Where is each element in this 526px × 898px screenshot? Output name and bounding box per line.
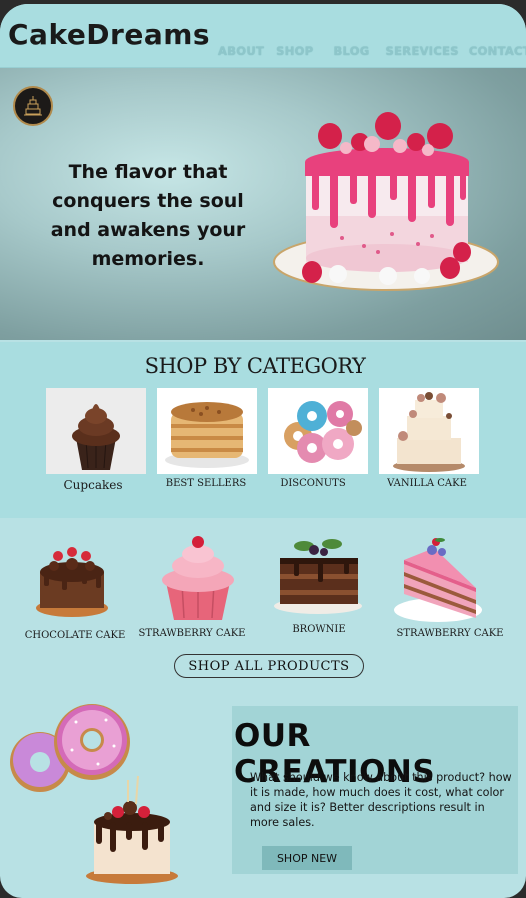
category-vanilla-cake-label[interactable]: VANILLA CAKE bbox=[367, 478, 487, 489]
category-discounts-image[interactable] bbox=[268, 388, 368, 474]
shop-new-button[interactable]: SHOP NEW bbox=[262, 846, 352, 870]
product-brownie-label[interactable]: BROWNIE bbox=[254, 624, 384, 635]
drip-chocolate-cake-image bbox=[86, 775, 178, 884]
category-discounts-label[interactable]: DISCONUTS bbox=[253, 478, 373, 489]
hero-banner: The flavor that conquers the soul and aw… bbox=[0, 68, 526, 340]
product-chocolate-cake-label[interactable]: CHOCOLATE CAKE bbox=[10, 630, 140, 641]
chocolate-cake-image[interactable] bbox=[32, 538, 112, 622]
main-nav: ABOUT SHOP BLOG SEREVICES CONTACT bbox=[218, 44, 526, 58]
product-strawberry-cake-label[interactable]: STRAWBERRY CAKE bbox=[127, 628, 257, 639]
product-strawberry-cake-2-label[interactable]: STRAWBERRY CAKE bbox=[385, 628, 515, 639]
category-title: SHOP BY CATEGORY bbox=[144, 354, 366, 378]
drip-cake-image bbox=[273, 112, 499, 291]
nav-blog[interactable]: BLOG bbox=[333, 44, 369, 58]
strawberry-cake-slice-image[interactable] bbox=[394, 536, 484, 626]
nav-services[interactable]: SEREVICES bbox=[386, 44, 459, 58]
category-cupcakes-label[interactable]: Cupcakes bbox=[33, 478, 153, 492]
nav-about[interactable]: ABOUT bbox=[218, 44, 264, 58]
hero-tagline: The flavor that conquers the soul and aw… bbox=[50, 161, 246, 270]
nav-shop[interactable]: SHOP bbox=[276, 44, 313, 58]
category-best-sellers-label[interactable]: BEST SELLERS bbox=[146, 478, 266, 489]
shop-all-products-button[interactable]: SHOP ALL PRODUCTS bbox=[174, 654, 364, 678]
cake-badge-icon bbox=[13, 86, 53, 126]
strawberry-cupcake-image[interactable] bbox=[158, 534, 238, 624]
category-vanilla-cake-image[interactable] bbox=[379, 388, 479, 474]
category-best-sellers-image[interactable] bbox=[157, 388, 257, 474]
page: CakeDreams ABOUT SHOP BLOG SEREVICES CON… bbox=[0, 4, 526, 898]
site-header: CakeDreams ABOUT SHOP BLOG SEREVICES CON… bbox=[0, 4, 526, 68]
category-cupcakes-image[interactable] bbox=[46, 388, 146, 474]
brand-logo[interactable]: CakeDreams bbox=[8, 18, 210, 51]
nav-contact[interactable]: CONTACT bbox=[469, 44, 526, 58]
category-section: SHOP BY CATEGORY Cupcakes BEST SELLERS D… bbox=[0, 342, 526, 518]
creations-description: What should we know about this product? … bbox=[250, 771, 512, 829]
creations-panel: OUR CREATIONS What should we know about … bbox=[232, 706, 518, 874]
